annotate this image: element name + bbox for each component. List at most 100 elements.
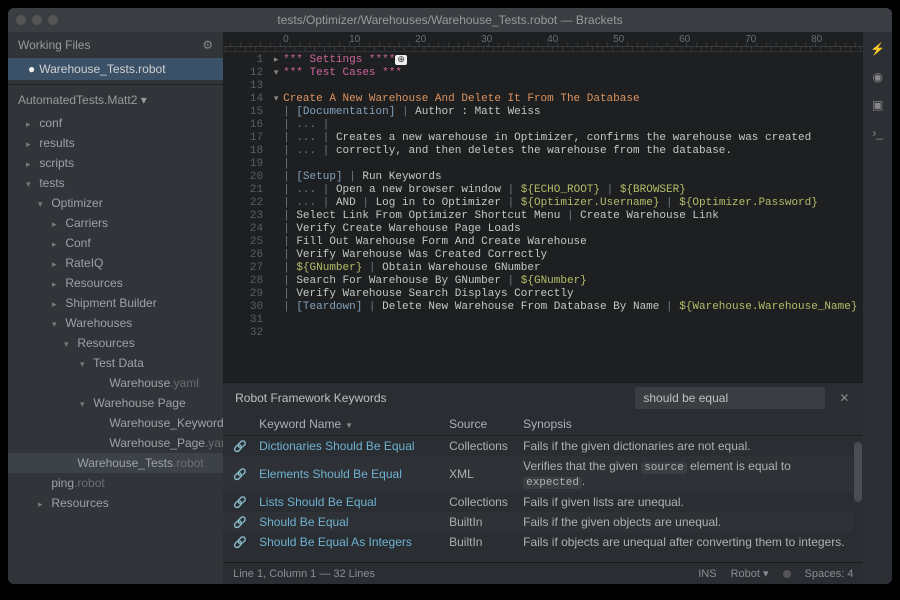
ruler-tick: 60 [679,34,690,45]
keyword-name-link[interactable]: Lists Should Be Equal [259,495,376,509]
code-editor[interactable]: 1121314151617181920212223242526272829303… [223,52,863,382]
fold-toggle-icon[interactable]: ▾ [269,67,283,80]
keyword-synopsis: Fails if given lists are unequal. [523,495,853,509]
tree-item[interactable]: ▸ RateIQ [8,253,223,273]
file-ext: .yaml [170,376,199,390]
main-area: Working Files ⚙ ●Warehouse_Tests.robot A… [8,32,892,584]
code-line[interactable]: | ... | Creates a new warehouse in Optim… [283,132,857,145]
keyword-synopsis: Fails if the given objects are unequal. [523,515,853,529]
live-preview-icon[interactable]: ⚡ [869,40,887,58]
code-line[interactable] [283,327,857,340]
tree-item-label: tests [39,176,64,190]
keyword-row[interactable]: 🔗Dictionaries Should Be EqualCollections… [223,436,863,456]
link-icon: 🔗 [233,469,247,481]
extensions-icon[interactable]: ◉ [869,68,887,86]
code-line[interactable] [283,80,857,93]
keyword-name-link[interactable]: Should Be Equal [259,515,348,529]
line-number: 27 [223,262,263,275]
code-line[interactable]: | [Setup] | Run Keywords [283,171,857,184]
keyword-name-link[interactable]: Should Be Equal As Integers [259,535,412,549]
col-source[interactable]: Source [449,417,523,431]
maximize-icon[interactable] [48,15,58,25]
folder-icon[interactable]: ▣ [869,96,887,114]
close-icon[interactable] [16,15,26,25]
tree-item-label: Warehouses [65,316,132,330]
line-number: 12 [223,67,263,80]
language-mode[interactable]: Robot ▾ [731,567,769,580]
fold-toggle-icon[interactable]: ▸ [269,54,283,67]
tree-item[interactable]: ▸ Resources [8,273,223,293]
line-gutter: 1121314151617181920212223242526272829303… [223,52,269,382]
code-line[interactable]: | Verify Warehouse Search Displays Corre… [283,288,857,301]
tree-item[interactable]: ▸ Carriers [8,213,223,233]
keyword-name-link[interactable]: Dictionaries Should Be Equal [259,439,414,453]
tree-item[interactable]: ▸ scripts [8,153,223,173]
code-line[interactable]: *** Settings ****⊕ [283,54,857,67]
working-file-item[interactable]: ●Warehouse_Tests.robot [8,58,223,80]
tree-item[interactable]: Warehouse_Page.yaml [8,433,223,453]
col-synopsis[interactable]: Synopsis [523,417,853,431]
terminal-icon[interactable]: ›_ [869,124,887,142]
scrollbar-thumb[interactable] [854,442,862,502]
tree-item[interactable]: ▸ conf [8,113,223,133]
chevron-icon: ▸ [26,139,36,150]
keyword-search-input[interactable] [635,387,825,409]
col-keyword-name[interactable]: Keyword Name▼ [259,417,449,431]
keyword-synopsis: Fails if objects are unequal after conve… [523,535,853,549]
code-line[interactable]: | ... | [283,119,857,132]
keyword-source: BuiltIn [449,535,523,549]
tree-item[interactable]: ▾ tests [8,173,223,193]
tree-item[interactable]: ▾ Resources [8,333,223,353]
code-line[interactable]: | [Teardown] | Delete New Warehouse From… [283,301,857,314]
keyword-row[interactable]: 🔗Lists Should Be EqualCollectionsFails i… [223,492,863,512]
titlebar: tests/Optimizer/Warehouses/Warehouse_Tes… [8,8,892,32]
code-line[interactable]: | [283,158,857,171]
tree-item[interactable]: Warehouse_Tests.robot [8,453,223,473]
minimize-icon[interactable] [32,15,42,25]
tree-item[interactable]: ▸ Shipment Builder [8,293,223,313]
gear-icon[interactable]: ⚙ [202,38,213,52]
code-line[interactable]: | Fill Out Warehouse Form And Create War… [283,236,857,249]
tree-item[interactable]: ▾ Test Data [8,353,223,373]
code-line[interactable]: | ... | correctly, and then deletes the … [283,145,857,158]
tree-item[interactable]: ▸ results [8,133,223,153]
tree-item[interactable]: Warehouse_Keywords.ro [8,413,223,433]
insert-mode[interactable]: INS [698,568,716,580]
code-line[interactable]: | [Documentation] | Author : Matt Weiss [283,106,857,119]
ruler-tick: 0 [283,34,289,45]
code-content[interactable]: *** Settings ****⊕*** Test Cases *** Crea… [283,52,863,382]
keyword-table-header: Keyword Name▼ Source Synopsis [223,413,863,436]
tree-item[interactable]: ▾ Optimizer [8,193,223,213]
tree-item[interactable]: ▸ Resources [8,493,223,513]
chevron-icon: ▸ [52,219,62,230]
keyword-name-link[interactable]: Elements Should Be Equal [259,467,402,481]
code-line[interactable]: Create A New Warehouse And Delete It Fro… [283,93,857,106]
close-icon[interactable]: ✕ [833,391,855,405]
scrollbar-vertical[interactable] [853,441,863,562]
keyword-row[interactable]: 🔗Should Be Equal As IntegersBuiltInFails… [223,532,863,552]
code-line[interactable]: | ${GNumber} | Obtain Warehouse GNumber [283,262,857,275]
line-number: 31 [223,314,263,327]
keyword-row[interactable]: 🔗Elements Should Be EqualXMLVerifies tha… [223,456,863,492]
line-number: 19 [223,158,263,171]
tree-item[interactable]: ping.robot [8,473,223,493]
code-line[interactable]: *** Test Cases *** [283,67,857,80]
tree-item[interactable]: Warehouse.yaml [8,373,223,393]
indent-setting[interactable]: Spaces: 4 [805,568,854,580]
code-line[interactable] [283,314,857,327]
code-line[interactable]: | Select Link From Optimizer Shortcut Me… [283,210,857,223]
code-line[interactable]: | Verify Warehouse Was Created Correctly [283,249,857,262]
line-number: 17 [223,132,263,145]
code-line[interactable]: | ... | Open a new browser window | ${EC… [283,184,857,197]
tree-item[interactable]: ▾ Warehouses [8,313,223,333]
code-line[interactable]: | ... | AND | Log in to Optimizer | ${Op… [283,197,857,210]
tree-item[interactable]: ▾ Warehouse Page [8,393,223,413]
project-header[interactable]: AutomatedTests.Matt2 ▾ [8,84,223,113]
app-window: tests/Optimizer/Warehouses/Warehouse_Tes… [8,8,892,584]
code-line[interactable]: | Search For Warehouse By GNumber | ${GN… [283,275,857,288]
code-line[interactable]: | Verify Create Warehouse Page Loads [283,223,857,236]
line-number: 14 [223,93,263,106]
keyword-row[interactable]: 🔗Should Be EqualBuiltInFails if the give… [223,512,863,532]
fold-toggle-icon[interactable]: ▾ [269,93,283,106]
tree-item[interactable]: ▸ Conf [8,233,223,253]
